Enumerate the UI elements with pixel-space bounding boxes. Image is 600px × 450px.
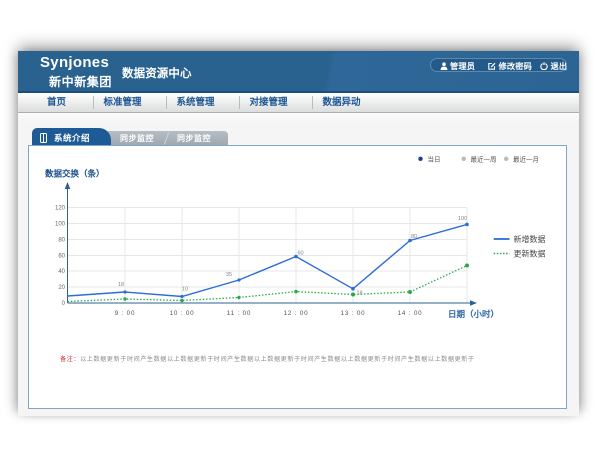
svg-text:18: 18 [357,291,363,297]
svg-text:12 : 00: 12 : 00 [284,310,309,317]
svg-text:120: 120 [55,206,66,212]
svg-text:80: 80 [58,237,65,243]
svg-text:18: 18 [118,282,124,288]
svg-text:35: 35 [226,272,232,278]
svg-text:最近一周: 最近一周 [471,154,497,163]
svg-text:20: 20 [58,285,65,291]
svg-text:日期（小时）: 日期（小时） [448,309,499,319]
svg-text:60: 60 [298,251,304,257]
svg-text:80: 80 [411,234,417,240]
svg-text:0: 0 [62,301,66,307]
svg-text:11 : 00: 11 : 00 [227,310,251,317]
svg-text:100: 100 [55,222,66,228]
svg-text:数据交换（条）: 数据交换（条） [45,169,105,179]
svg-text:10: 10 [182,287,188,293]
svg-text:13 : 00: 13 : 00 [341,310,366,317]
svg-text:新增数据: 新增数据 [514,234,546,244]
svg-text:100: 100 [458,216,467,222]
svg-text:40: 40 [58,269,65,275]
svg-text:10 : 00: 10 : 00 [170,310,195,317]
svg-text:60: 60 [58,253,65,259]
svg-text:14 : 00: 14 : 00 [398,310,423,317]
svg-text:当日: 当日 [428,154,441,163]
svg-text:最近一月: 最近一月 [513,154,539,163]
svg-text:更新数据: 更新数据 [514,249,546,259]
svg-text:9 : 00: 9 : 00 [115,310,136,317]
